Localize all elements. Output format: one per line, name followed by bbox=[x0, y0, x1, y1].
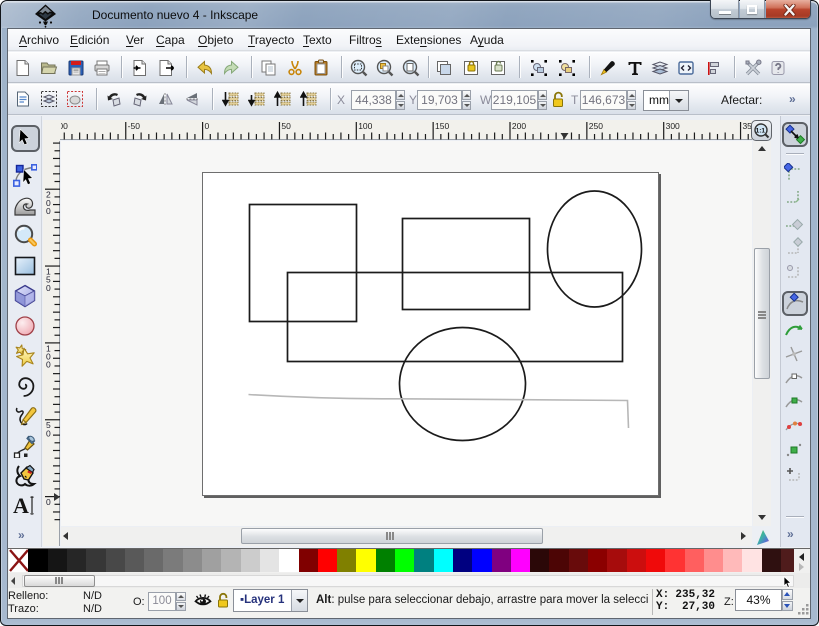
svg-text:-100: -100 bbox=[61, 121, 68, 131]
svg-text:100: 100 bbox=[358, 121, 372, 131]
svg-text:200: 200 bbox=[512, 121, 526, 131]
svg-text:-50: -50 bbox=[128, 121, 141, 131]
svg-text:250: 250 bbox=[589, 121, 603, 131]
svg-text:150: 150 bbox=[435, 121, 449, 131]
svg-text:0: 0 bbox=[46, 428, 51, 438]
svg-text:0: 0 bbox=[46, 283, 51, 293]
svg-text:50: 50 bbox=[281, 121, 291, 131]
svg-text:0: 0 bbox=[46, 206, 51, 216]
svg-text:0: 0 bbox=[46, 360, 51, 370]
svg-text:0: 0 bbox=[205, 121, 210, 131]
svg-text:300: 300 bbox=[666, 121, 680, 131]
svg-text:1:1: 1:1 bbox=[756, 128, 766, 135]
svg-text:0: 0 bbox=[46, 497, 51, 507]
svg-text:A: A bbox=[13, 494, 29, 518]
